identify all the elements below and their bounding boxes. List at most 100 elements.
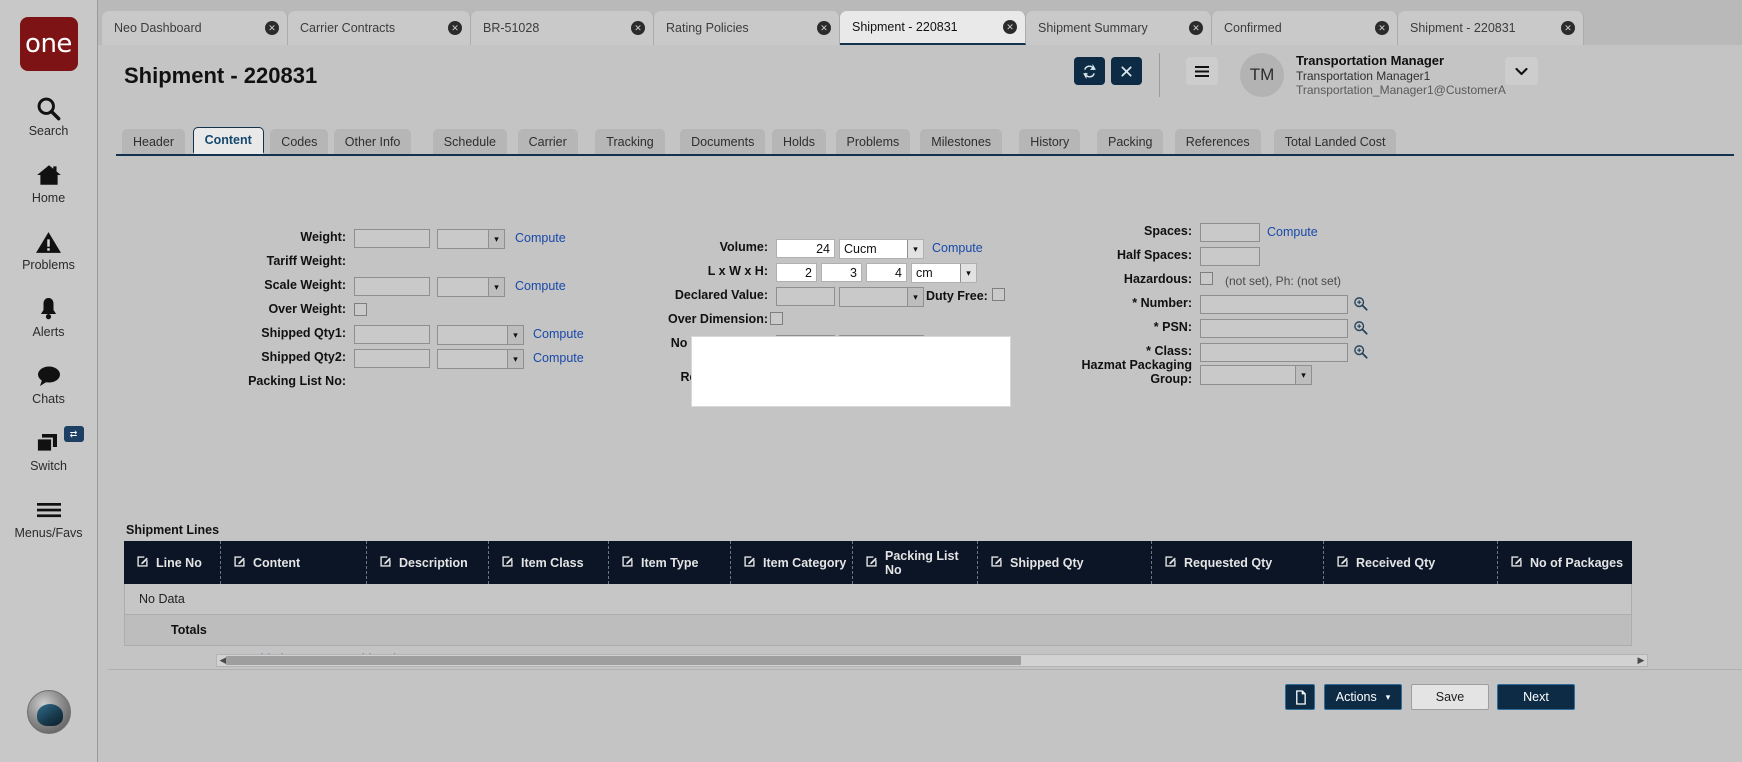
scale-weight-input[interactable] [354,277,430,296]
declared-currency-select[interactable]: ▾ [839,287,924,307]
width-input[interactable] [821,263,862,282]
horizontal-scrollbar[interactable]: ◀ ▶ [216,654,1648,667]
tab-tracking[interactable]: Tracking [595,129,664,154]
close-icon[interactable]: ✕ [1375,21,1389,35]
close-icon[interactable]: ✕ [1003,20,1017,34]
shipped-qty2-unit-select[interactable]: ▾ [437,349,524,369]
tab-other-info[interactable]: Other Info [334,129,412,154]
volume-input[interactable] [776,239,835,258]
close-icon[interactable]: ✕ [631,21,645,35]
user-avatar-photo[interactable] [27,690,71,734]
shipped-qty1-unit-select[interactable]: ▾ [437,325,524,345]
shipped-qty1-input[interactable] [354,325,430,344]
avatar[interactable]: TM [1240,53,1284,97]
close-icon[interactable]: ✕ [448,21,462,35]
browser-tab-7[interactable]: Shipment - 220831✕ [1398,11,1584,45]
over-weight-checkbox[interactable] [354,303,367,316]
table-column-shipped-qty[interactable]: Shipped Qty [977,541,1151,584]
chevron-down-icon: ▾ [1295,366,1311,384]
shipped-qty1-compute-link[interactable]: Compute [533,327,584,341]
actions-button[interactable]: Actions ▾ [1324,684,1402,710]
hazmat-number-input[interactable] [1200,295,1348,314]
tab-codes[interactable]: Codes [270,129,328,154]
browser-tab-1[interactable]: Carrier Contracts✕ [288,11,471,45]
tab-milestones[interactable]: Milestones [920,129,1002,154]
weight-input[interactable] [354,229,430,248]
browser-tab-2[interactable]: BR-51028✕ [471,11,654,45]
spaces-compute-link[interactable]: Compute [1267,225,1318,239]
scrollbar-thumb[interactable] [226,656,1021,665]
sidebar-item-chats[interactable]: Chats [0,361,98,406]
table-column-no-of-packages[interactable]: No of Packages [1497,541,1632,584]
table-column-requested-qty[interactable]: Requested Qty [1151,541,1323,584]
hazmat-class-input[interactable] [1200,343,1348,362]
table-column-received-qty[interactable]: Received Qty [1323,541,1497,584]
close-icon[interactable]: ✕ [265,21,279,35]
tab-problems[interactable]: Problems [836,129,911,154]
lwh-unit-select[interactable]: cm ▾ [911,263,977,283]
tab-references[interactable]: References [1175,129,1261,154]
sidebar-item-alerts[interactable]: Alerts [0,294,98,339]
user-menu-toggle[interactable] [1505,57,1538,85]
close-icon[interactable]: ✕ [1189,21,1203,35]
tab-header[interactable]: Header [122,129,185,154]
tab-holds[interactable]: Holds [772,129,826,154]
volume-compute-link[interactable]: Compute [932,241,983,255]
length-input[interactable] [776,263,817,282]
browser-tab-4[interactable]: Shipment - 220831✕ [840,11,1026,45]
table-column-item-type[interactable]: Item Type [608,541,730,584]
weight-compute-link[interactable]: Compute [515,231,566,245]
copy-button[interactable] [1285,684,1315,710]
table-column-item-class[interactable]: Item Class [488,541,608,584]
save-button[interactable]: Save [1411,684,1489,710]
browser-tab-6[interactable]: Confirmed✕ [1212,11,1398,45]
hazardous-checkbox[interactable] [1200,272,1213,285]
refresh-button[interactable] [1074,57,1105,85]
header-menu-button[interactable] [1186,57,1218,85]
scale-weight-compute-link[interactable]: Compute [515,279,566,293]
spaces-input[interactable] [1200,223,1260,242]
table-column-item-category[interactable]: Item Category [730,541,852,584]
switch-badge-icon[interactable]: ⇄ [64,426,84,442]
over-dimension-checkbox[interactable] [770,312,783,325]
browser-tab-3[interactable]: Rating Policies✕ [654,11,840,45]
duty-free-checkbox[interactable] [992,288,1005,301]
weight-unit-select[interactable]: ▾ [437,229,505,249]
tab-history[interactable]: History [1019,129,1080,154]
close-icon[interactable]: ✕ [817,21,831,35]
tab-schedule[interactable]: Schedule [433,129,507,154]
magnifier-icon[interactable] [1353,344,1368,359]
browser-tab-5[interactable]: Shipment Summary✕ [1026,11,1212,45]
sidebar-item-home[interactable]: Home [0,160,98,205]
hazmat-psn-input[interactable] [1200,319,1348,338]
table-column-description[interactable]: Description [366,541,488,584]
table-column-line-no[interactable]: Line No [124,541,220,584]
half-spaces-input[interactable] [1200,247,1260,266]
tab-content[interactable]: Content [193,127,264,154]
tab-documents[interactable]: Documents [680,129,765,154]
tab-total-landed-cost[interactable]: Total Landed Cost [1274,129,1397,154]
close-button[interactable] [1111,57,1142,85]
magnifier-icon[interactable] [1353,296,1368,311]
table-column-packing-list-no[interactable]: Packing List No [852,541,977,584]
scroll-right-arrow[interactable]: ▶ [1635,655,1647,666]
browser-tab-0[interactable]: Neo Dashboard✕ [102,11,288,45]
next-button[interactable]: Next [1497,684,1575,710]
tab-packing[interactable]: Packing [1097,129,1163,154]
shipped-qty2-input[interactable] [354,349,430,368]
app-logo[interactable]: one [20,17,78,71]
magnifier-icon[interactable] [1353,320,1368,335]
tab-carrier[interactable]: Carrier [518,129,578,154]
sidebar-item-switch[interactable]: ⇄ Switch [0,428,98,473]
volume-unit-select[interactable]: Cucm ▾ [839,239,924,259]
hazmat-packaging-group-select[interactable]: ▾ [1200,365,1312,385]
close-icon[interactable]: ✕ [1561,21,1575,35]
scale-weight-unit-select[interactable]: ▾ [437,277,505,297]
sidebar-item-menus-favs[interactable]: Menus/Favs [0,495,98,540]
shipped-qty2-compute-link[interactable]: Compute [533,351,584,365]
sidebar-item-search[interactable]: Search [0,93,98,138]
sidebar-item-problems[interactable]: Problems [0,227,98,272]
height-input[interactable] [866,263,907,282]
table-column-content[interactable]: Content [220,541,366,584]
declared-value-input[interactable] [776,287,835,306]
